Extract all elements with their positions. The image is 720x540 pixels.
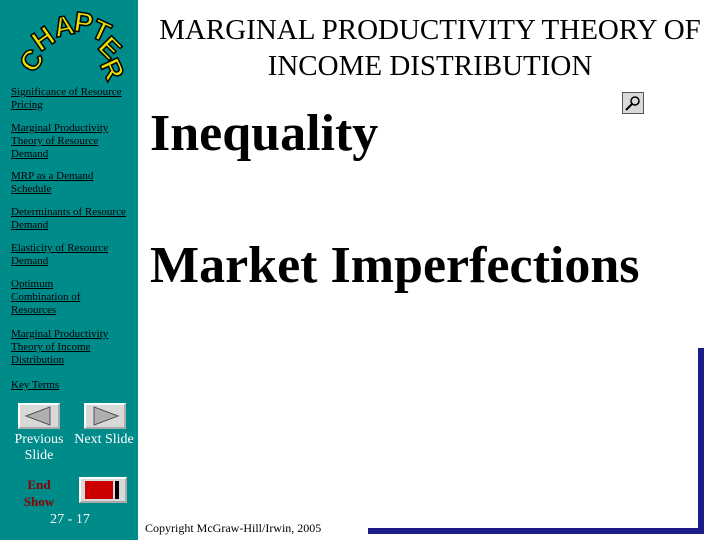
next-slide-button[interactable] [84, 403, 126, 429]
heading-inequality: Inequality [150, 105, 379, 162]
page-number: 27 - 17 [50, 512, 90, 527]
nav-link-income-distribution[interactable]: Marginal Productivity Theory of Income D… [11, 328, 136, 367]
sidebar: C H A P T E R Significance of Resource P… [0, 0, 138, 540]
heading-market-imperfections: Market Imperfections [150, 237, 640, 294]
nav-link-optimum-combination[interactable]: Optimum Combination of Resources [11, 278, 101, 317]
slide-title: MARGINAL PRODUCTIVITY THEORY OF INCOME D… [159, 14, 701, 82]
nav-link-resource-demand-theory[interactable]: Marginal Productivity Theory of Resource… [11, 122, 136, 161]
magnifier-icon [625, 96, 640, 111]
magnifier-button[interactable] [622, 92, 644, 114]
nav-link-resource-pricing[interactable]: Significance of Resource Pricing [11, 86, 136, 112]
accent-line-horizontal [368, 528, 704, 534]
accent-line-vertical [698, 348, 704, 534]
next-slide-label[interactable]: Next Slide [70, 432, 138, 448]
nav-link-mrp-demand-schedule[interactable]: MRP as a Demand Schedule [11, 170, 136, 196]
nav-link-key-terms[interactable]: Key Terms [11, 379, 136, 392]
previous-slide-label[interactable]: Previous Slide [4, 432, 74, 464]
nav-link-elasticity[interactable]: Elasticity of Resource Demand [11, 242, 136, 268]
arrow-right-icon [93, 406, 120, 426]
end-show-label[interactable]: End Show [14, 476, 64, 510]
end-show-button[interactable] [79, 477, 127, 503]
previous-slide-button[interactable] [18, 403, 60, 429]
nav-link-determinants[interactable]: Determinants of Resource Demand [11, 206, 136, 232]
copyright-text: Copyright McGraw-Hill/Irwin, 2005 [145, 521, 322, 535]
chapter-logo: C H A P T E R [12, 5, 131, 85]
arrow-left-icon [24, 406, 51, 426]
stop-icon [85, 481, 119, 499]
